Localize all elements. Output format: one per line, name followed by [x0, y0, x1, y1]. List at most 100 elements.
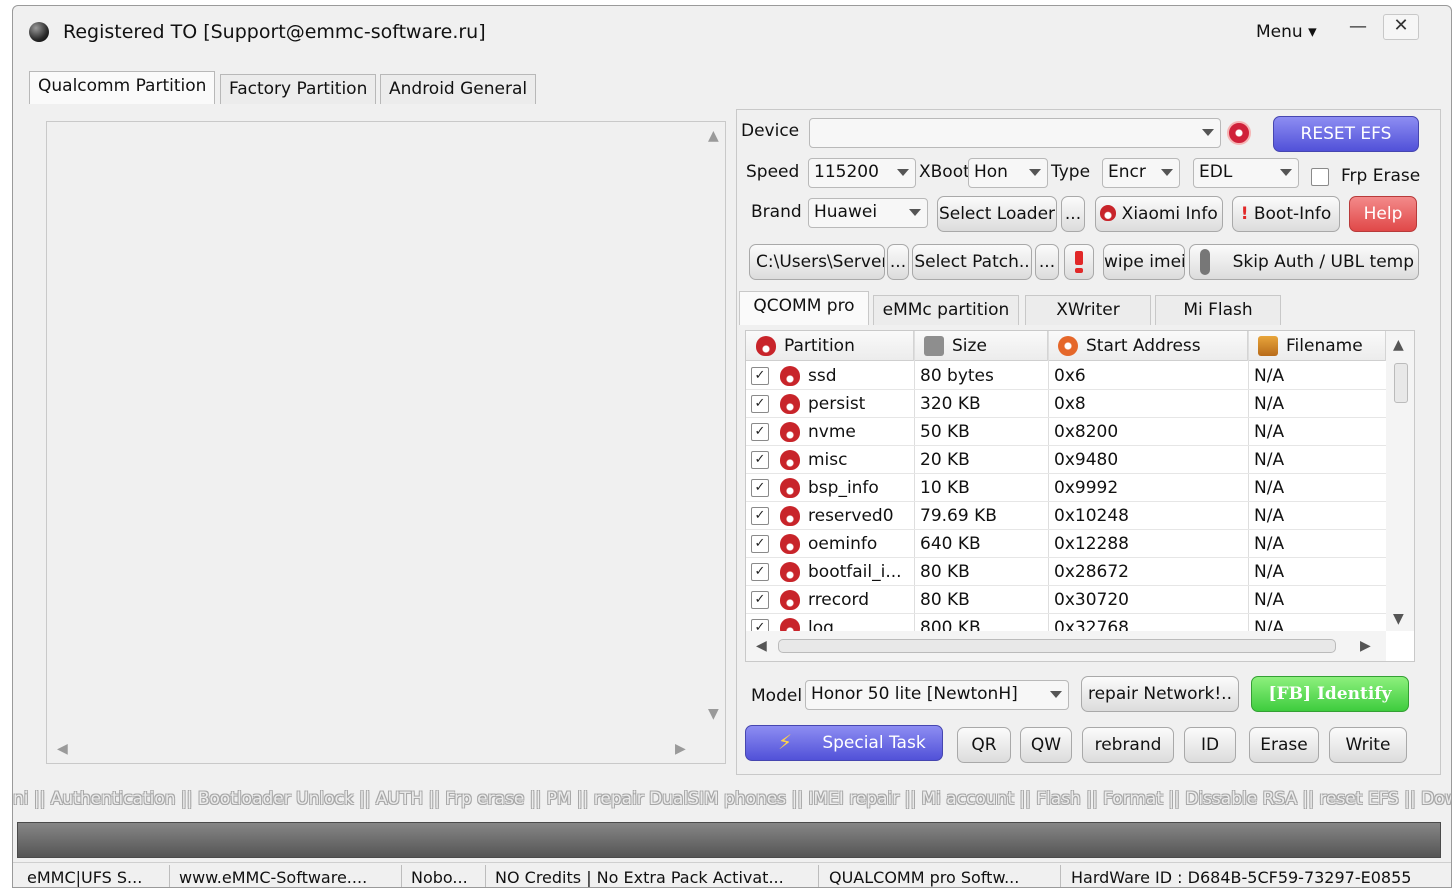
partition-start: 0x9480 — [1054, 450, 1119, 470]
table-row[interactable]: ✓ bootfail_i... 80 KB 0x28672 N/A — [746, 558, 1386, 586]
table-vertical-scrollbar[interactable]: ▲ ▼ — [1386, 331, 1414, 631]
table-header: Partition Size Start Address Filename — [746, 331, 1386, 361]
qr-button[interactable]: QR — [957, 727, 1011, 763]
row-checkbox[interactable]: ✓ — [751, 479, 769, 497]
partition-name: ssd — [808, 366, 837, 386]
menu-button[interactable]: Menu ▾ — [1256, 22, 1317, 42]
skip-auth-button[interactable]: Skip Auth / UBL temp — [1189, 244, 1419, 280]
tab-android-general[interactable]: Android General — [380, 74, 537, 104]
scroll-right-arrow-icon[interactable]: ▶ — [1360, 638, 1371, 654]
table-row[interactable]: ✓ misc 20 KB 0x9480 N/A — [746, 446, 1386, 474]
scrollbar-thumb[interactable] — [1394, 363, 1408, 403]
close-button[interactable]: ✕ — [1383, 14, 1419, 40]
chevron-down-icon — [1280, 169, 1292, 176]
partition-file: N/A — [1254, 590, 1285, 610]
table-horizontal-scrollbar[interactable]: ◀ ▶ — [746, 631, 1386, 661]
tab-mi-flash[interactable]: Mi Flash — [1155, 295, 1281, 325]
alert-button[interactable] — [1064, 244, 1094, 280]
partition-name: misc — [808, 450, 848, 470]
browse-path-button[interactable]: ... — [887, 244, 909, 280]
partition-size: 80 KB — [920, 590, 970, 610]
scroll-down-arrow-icon[interactable]: ▼ — [708, 706, 719, 722]
scroll-left-arrow-icon[interactable]: ◀ — [57, 741, 68, 757]
write-button[interactable]: Write — [1329, 727, 1407, 763]
scroll-down-arrow-icon[interactable]: ▼ — [1393, 611, 1404, 627]
tab-factory-partition[interactable]: Factory Partition — [220, 74, 377, 104]
speed-label: Speed — [746, 162, 800, 182]
row-checkbox[interactable]: ✓ — [751, 423, 769, 441]
minimize-button[interactable]: — — [1343, 16, 1373, 42]
column-partition[interactable]: Partition — [746, 331, 914, 361]
xboot-value: Hon — [974, 162, 1008, 182]
model-select[interactable]: Honor 50 lite [NewtonH] — [805, 680, 1069, 710]
column-partition-label: Partition — [784, 336, 855, 356]
repair-network-button[interactable]: repair Network!.. — [1081, 676, 1239, 712]
browse-loader-button[interactable]: ... — [1061, 196, 1085, 232]
row-checkbox[interactable]: ✓ — [751, 507, 769, 525]
qw-button[interactable]: QW — [1020, 727, 1072, 763]
xboot-select[interactable]: Hon — [968, 158, 1048, 188]
partition-file: N/A — [1254, 478, 1285, 498]
status-mode: eMMC|UFS S... — [27, 868, 143, 887]
scroll-up-arrow-icon[interactable]: ▲ — [1393, 337, 1404, 353]
row-checkbox[interactable]: ✓ — [751, 395, 769, 413]
tab-emmc-partition[interactable]: eMMc partition — [873, 295, 1019, 325]
tab-qcomm-pro[interactable]: QCOMM pro — [739, 291, 869, 325]
table-row[interactable]: ✓ ssd 80 bytes 0x6 N/A — [746, 362, 1386, 390]
row-checkbox[interactable]: ✓ — [751, 563, 769, 581]
row-checkbox[interactable]: ✓ — [751, 367, 769, 385]
status-website[interactable]: www.eMMC-Software.... — [179, 868, 367, 887]
status-divider — [169, 865, 170, 887]
log-vertical-scrollbar[interactable]: ▲ ▼ — [703, 122, 725, 732]
scrollbar-thumb[interactable] — [778, 639, 1336, 653]
log-horizontal-scrollbar[interactable]: ◀ ▶ — [47, 735, 703, 763]
path-field[interactable]: C:\Users\Server — [749, 244, 885, 280]
xiaomi-info-button[interactable]: Xiaomi Info — [1095, 196, 1223, 232]
wipe-imei-button[interactable]: wipe imei — [1103, 244, 1185, 280]
boot-info-button[interactable]: ! Boot-Info — [1232, 196, 1340, 232]
help-button[interactable]: Help — [1349, 196, 1417, 232]
partition-start: 0x10248 — [1054, 506, 1129, 526]
row-checkbox[interactable]: ✓ — [751, 591, 769, 609]
select-loader-button[interactable]: Select Loader — [937, 196, 1057, 232]
table-row[interactable]: ✓ persist 320 KB 0x8 N/A — [746, 390, 1386, 418]
table-row[interactable]: ✓ oeminfo 640 KB 0x12288 N/A — [746, 530, 1386, 558]
partition-start: 0x8200 — [1054, 422, 1119, 442]
partition-file: N/A — [1254, 534, 1285, 554]
row-checkbox[interactable]: ✓ — [751, 451, 769, 469]
log-panel[interactable]: ▲ ▼ ◀ ▶ — [46, 121, 726, 764]
special-task-button[interactable]: ⚡ Special Task — [745, 725, 943, 761]
table-row[interactable]: ✓ bsp_info 10 KB 0x9992 N/A — [746, 474, 1386, 502]
row-checkbox[interactable]: ✓ — [751, 535, 769, 553]
column-filename[interactable]: Filename — [1248, 331, 1386, 361]
scroll-right-arrow-icon[interactable]: ▶ — [675, 741, 686, 757]
speed-select[interactable]: 115200 — [808, 158, 916, 188]
brand-select[interactable]: Huawei — [808, 198, 928, 228]
mode-select[interactable]: EDL — [1193, 158, 1299, 188]
column-size[interactable]: Size — [914, 331, 1048, 361]
select-patch-button[interactable]: Select Patch.. — [912, 244, 1032, 280]
frp-erase-checkbox[interactable] — [1311, 168, 1329, 186]
id-button[interactable]: ID — [1184, 727, 1236, 763]
type-select[interactable]: Encr — [1102, 158, 1180, 188]
column-start-address[interactable]: Start Address — [1048, 331, 1248, 361]
erase-button[interactable]: Erase — [1249, 727, 1319, 763]
flame-icon — [780, 506, 800, 526]
table-row[interactable]: ✓ nvme 50 KB 0x8200 N/A — [746, 418, 1386, 446]
browse-patch-button[interactable]: ... — [1035, 244, 1059, 280]
scroll-up-arrow-icon[interactable]: ▲ — [708, 128, 719, 144]
table-row[interactable]: ✓ reserved0 79.69 KB 0x10248 N/A — [746, 502, 1386, 530]
reset-efs-button[interactable]: RESET EFS — [1273, 116, 1419, 152]
tab-xwriter[interactable]: XWriter — [1025, 295, 1151, 325]
rebrand-button[interactable]: rebrand — [1082, 727, 1174, 763]
identify-button[interactable]: [FB] Identify — [1251, 676, 1409, 712]
features-ticker: ni || Authentication || Bootloader Unloc… — [13, 789, 1452, 809]
device-select[interactable] — [809, 118, 1221, 148]
table-row[interactable]: ✓ rrecord 80 KB 0x30720 N/A — [746, 586, 1386, 614]
title-bar: Registered TO [Support@emmc-software.ru]… — [13, 6, 1451, 56]
tab-qualcomm-partition[interactable]: Qualcomm Partition — [29, 71, 216, 104]
control-panel: Device RESET EFS Speed 115200 XBoot Hon … — [736, 109, 1441, 775]
partition-name: nvme — [808, 422, 856, 442]
scroll-left-arrow-icon[interactable]: ◀ — [756, 638, 767, 654]
detect-device-icon[interactable] — [1227, 121, 1251, 145]
